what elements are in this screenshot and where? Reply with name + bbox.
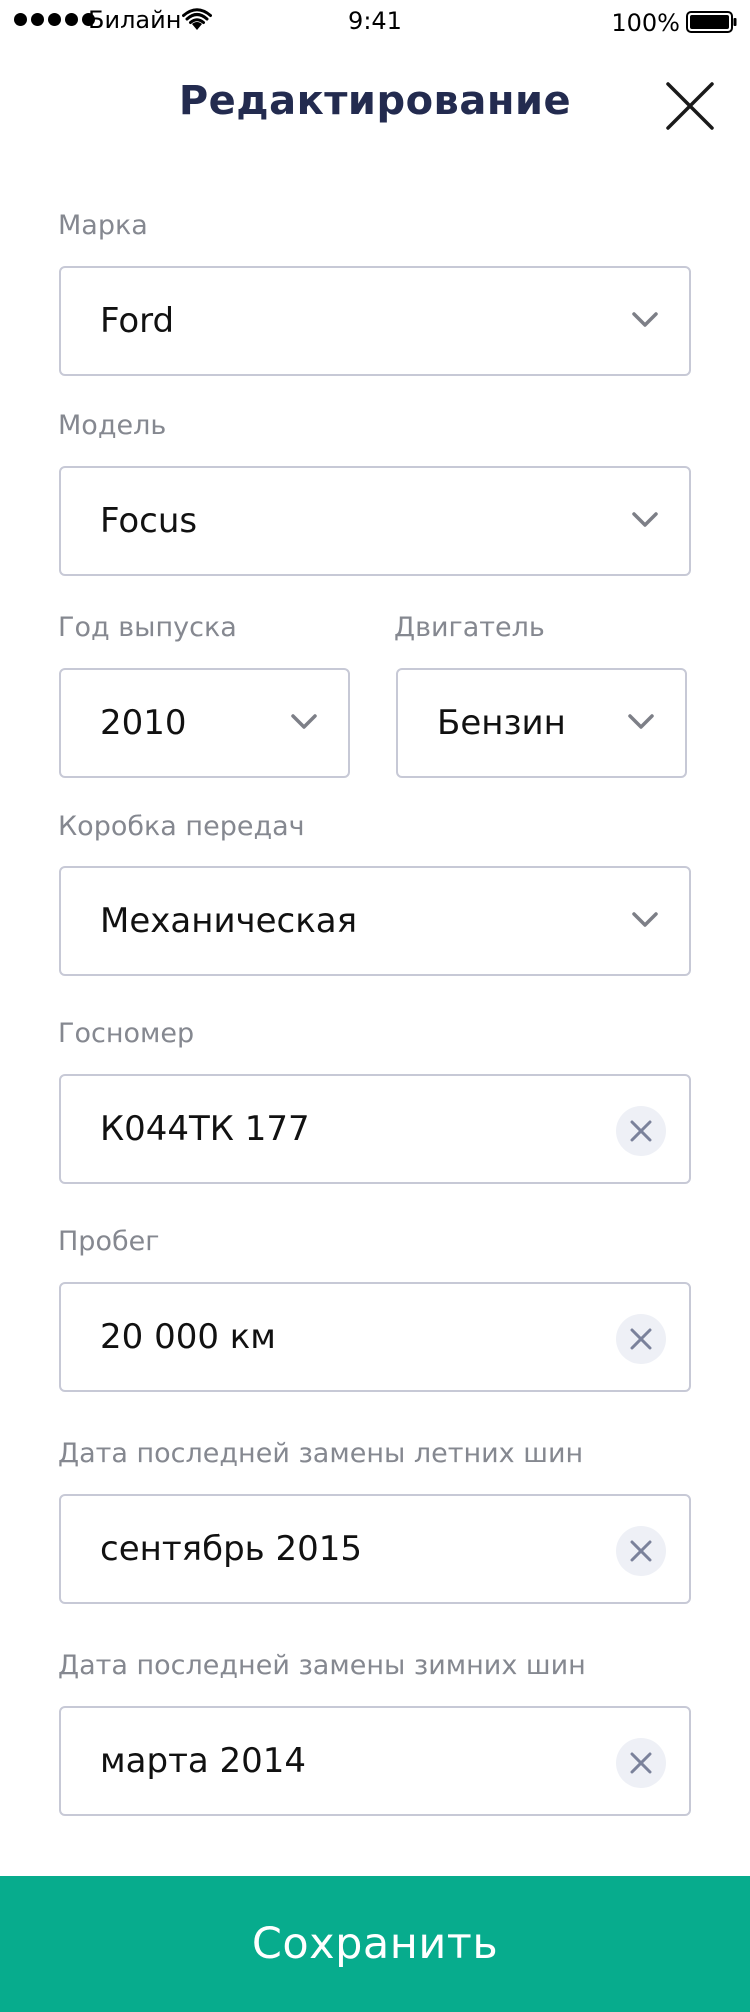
battery-percentage: 100% [611,9,680,37]
clear-icon [630,1540,652,1562]
close-button[interactable] [662,78,718,134]
clear-icon [630,1752,652,1774]
transmission-select[interactable]: Механическая [59,866,691,976]
mileage-input[interactable]: 20 000 км [59,1282,691,1392]
save-button[interactable]: Сохранить [0,1876,750,2012]
chevron-down-icon [632,312,658,327]
close-icon [666,82,714,130]
model-value: Focus [100,501,198,541]
brand-label: Марка [58,210,148,241]
chevron-down-icon [632,912,658,927]
summer-tires-label: Дата последней замены летних шин [58,1438,584,1469]
summer-tires-clear-button[interactable] [616,1526,666,1576]
chevron-down-icon [291,714,317,729]
model-label: Модель [58,410,167,441]
year-value: 2010 [100,703,187,743]
winter-tires-input[interactable]: марта 2014 [59,1706,691,1816]
transmission-value: Механическая [100,901,358,941]
winter-tires-clear-button[interactable] [616,1738,666,1788]
save-button-label: Сохранить [251,1919,499,1969]
plate-label: Госномер [58,1018,195,1049]
model-select[interactable]: Focus [59,466,691,576]
plate-input[interactable]: К044ТК 177 [59,1074,691,1184]
engine-select[interactable]: Бензин [396,668,687,778]
transmission-label: Коробка передач [58,811,305,842]
year-select[interactable]: 2010 [59,668,350,778]
mileage-value: 20 000 км [100,1317,276,1357]
clear-icon [630,1120,652,1142]
brand-value: Ford [100,301,175,341]
chevron-down-icon [628,714,654,729]
edit-car-screen: Билайн 9:41 100% Редактирование Марка Fo… [0,0,750,2012]
year-label: Год выпуска [58,612,237,643]
engine-value: Бензин [437,703,566,743]
battery-icon [686,11,737,33]
winter-tires-label: Дата последней замены зимних шин [58,1650,586,1681]
status-bar: Билайн 9:41 100% [0,0,750,40]
clear-icon [630,1328,652,1350]
plate-value: К044ТК 177 [100,1109,310,1149]
chevron-down-icon [632,512,658,527]
engine-label: Двигатель [394,612,545,643]
mileage-clear-button[interactable] [616,1314,666,1364]
mileage-label: Пробег [58,1226,160,1257]
plate-clear-button[interactable] [616,1106,666,1156]
brand-select[interactable]: Ford [59,266,691,376]
page-title: Редактирование [178,78,572,124]
winter-tires-value: марта 2014 [100,1741,307,1781]
summer-tires-input[interactable]: сентябрь 2015 [59,1494,691,1604]
summer-tires-value: сентябрь 2015 [100,1529,363,1569]
